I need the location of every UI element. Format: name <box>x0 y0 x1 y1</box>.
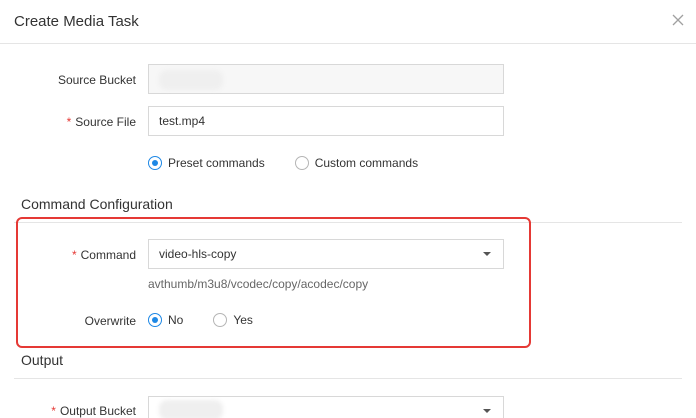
overwrite-label-text: Overwrite <box>84 314 136 328</box>
caret-down-icon <box>483 252 491 256</box>
required-mark: * <box>71 248 77 262</box>
redacted-value <box>159 400 223 418</box>
source-file-label-text: Source File <box>75 115 136 129</box>
command-label-text: Command <box>80 248 136 262</box>
radio-label: Yes <box>233 313 253 327</box>
overwrite-radio-group: No Yes <box>148 313 283 327</box>
source-bucket-field[interactable] <box>148 64 504 94</box>
command-configuration-heading: Command Configuration <box>21 196 173 212</box>
radio-selected-icon <box>148 313 162 327</box>
output-bucket-label-text: Output Bucket <box>59 404 136 418</box>
radio-label: Custom commands <box>314 156 419 170</box>
radio-overwrite-yes[interactable]: Yes <box>213 313 253 327</box>
required-mark: * <box>66 115 72 129</box>
section-divider <box>14 378 682 379</box>
command-hint: avthumb/m3u8/vcodec/copy/acodec/copy <box>148 277 369 291</box>
radio-preset-commands[interactable]: Preset commands <box>148 156 265 170</box>
radio-unselected-icon <box>294 156 309 170</box>
radio-label: No <box>168 313 184 327</box>
source-bucket-label: Source Bucket <box>58 73 136 87</box>
dialog-header: Create Media Task <box>0 0 696 44</box>
source-bucket-label-text: Source Bucket <box>57 73 136 87</box>
radio-label: Preset commands <box>168 156 265 170</box>
overwrite-label: Overwrite <box>85 314 136 328</box>
radio-unselected-icon <box>213 313 228 327</box>
source-file-label: * Source File <box>67 115 136 129</box>
output-bucket-label: * Output Bucket <box>51 404 136 418</box>
command-mode-radio-group: Preset commands Custom commands <box>148 156 448 170</box>
required-mark: * <box>51 404 56 418</box>
output-heading: Output <box>21 352 64 368</box>
dialog-title: Create Media Task <box>14 13 139 30</box>
caret-down-icon <box>483 409 491 413</box>
source-file-input[interactable]: test.mp4 <box>148 106 504 136</box>
radio-custom-commands[interactable]: Custom commands <box>294 156 419 170</box>
redacted-value <box>159 70 223 90</box>
close-icon[interactable] <box>670 12 686 28</box>
radio-selected-icon <box>148 156 162 170</box>
radio-overwrite-no[interactable]: No <box>148 313 183 327</box>
command-select-value: video-hls-copy <box>159 247 237 261</box>
command-select[interactable]: video-hls-copy <box>148 239 504 269</box>
output-bucket-select[interactable] <box>148 396 504 418</box>
command-label: * Command <box>72 248 136 262</box>
